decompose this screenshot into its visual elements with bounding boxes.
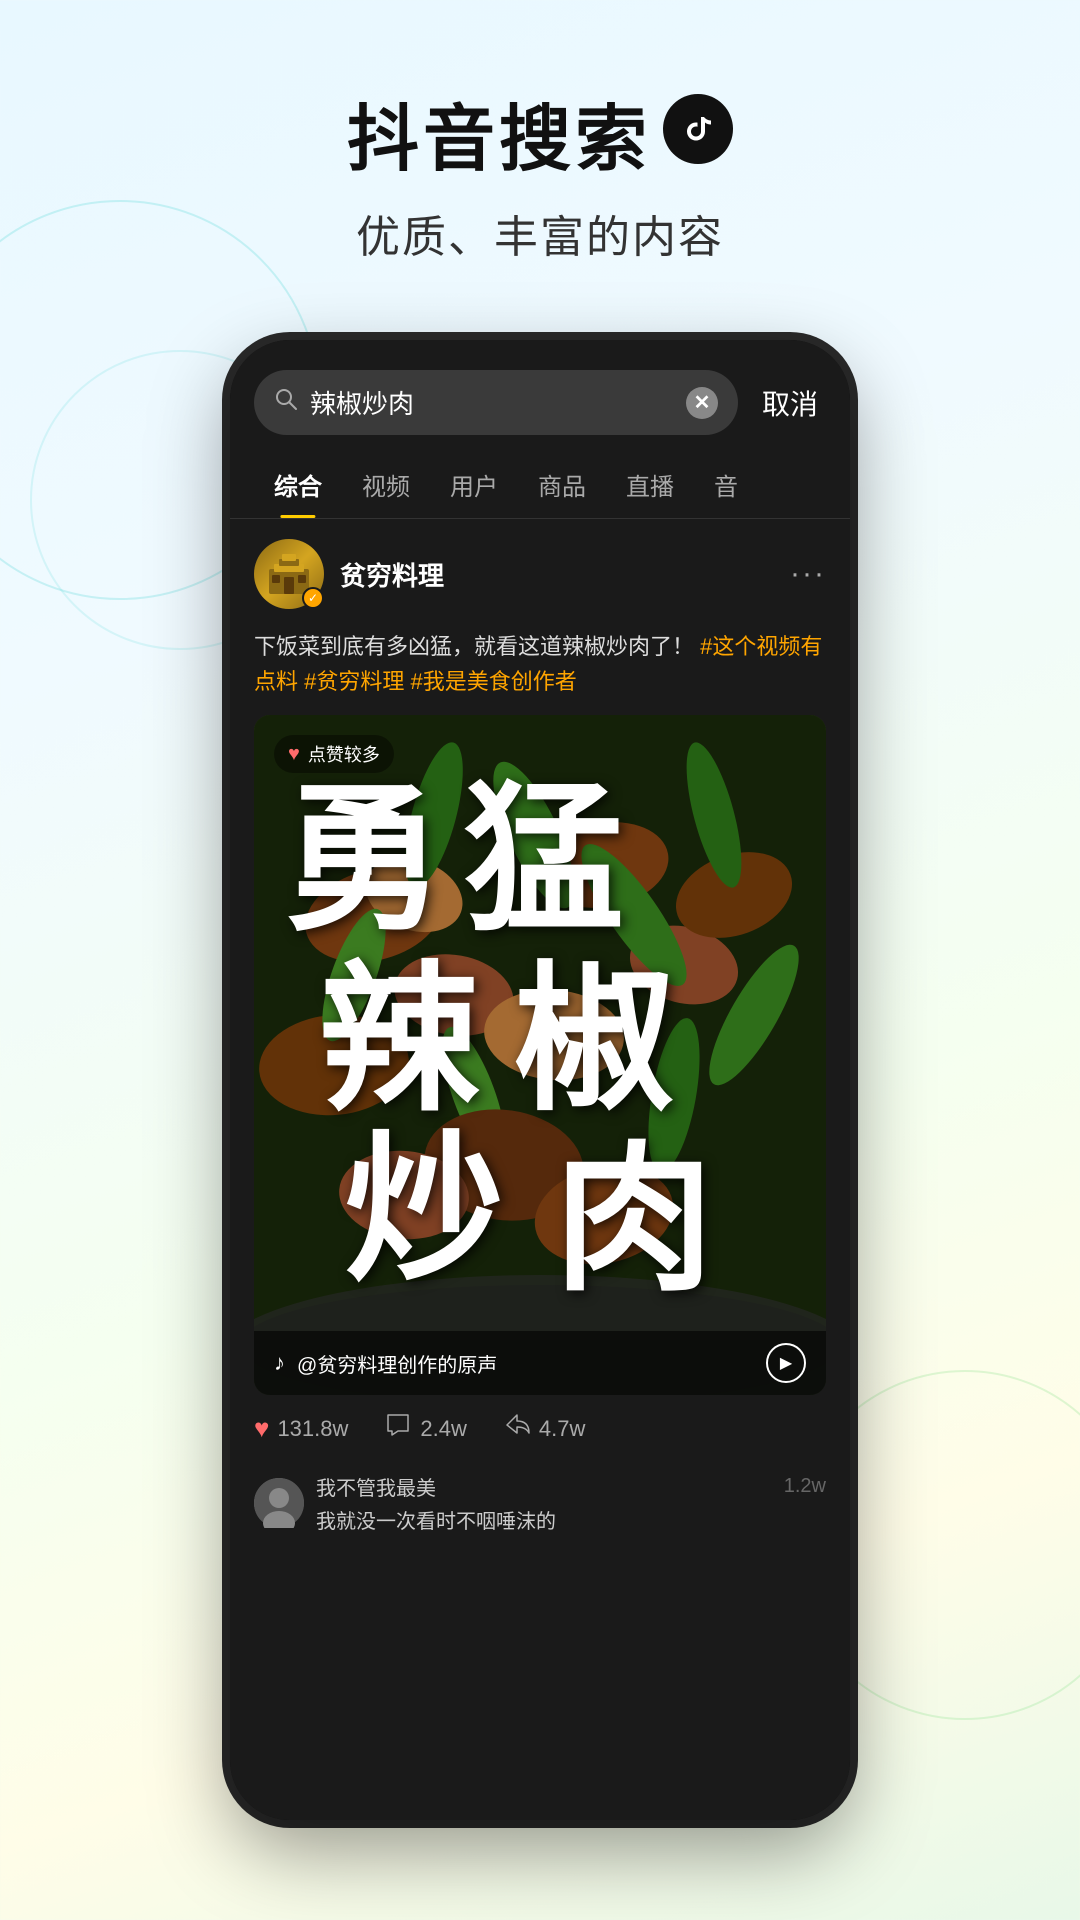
svg-text:椒: 椒 bbox=[514, 952, 674, 1130]
tab-goods[interactable]: 商品 bbox=[518, 451, 606, 518]
shares-count: 4.7w bbox=[539, 1416, 585, 1442]
cancel-button[interactable]: 取消 bbox=[754, 383, 826, 423]
verified-badge: ✓ bbox=[302, 587, 324, 609]
tab-music[interactable]: 音 bbox=[694, 451, 758, 518]
play-icon: ▶ bbox=[780, 1353, 792, 1373]
shares-count-item[interactable]: 4.7w bbox=[503, 1411, 585, 1446]
engagement-bar: ♥ 131.8w 2.4w bbox=[230, 1395, 850, 1462]
post-description: 下饭菜到底有多凶猛，就看这道辣椒炒肉了！ #这个视频有点料 #贫穷料理 #我是美… bbox=[230, 629, 850, 715]
hashtag-2[interactable]: #贫穷料理 bbox=[304, 669, 404, 694]
svg-text:勇: 勇 bbox=[284, 772, 444, 950]
comments-count-item[interactable]: 2.4w bbox=[384, 1411, 466, 1446]
app-title: 抖音搜索 bbox=[0, 80, 1080, 185]
sound-bar: ♪ @贫穷料理创作的原声 ▶ bbox=[254, 1331, 826, 1395]
comment-content: 我就没一次看时不咽唾沫的 bbox=[316, 1505, 826, 1534]
search-query: 辣椒炒肉 bbox=[310, 384, 674, 421]
content-area: ✓ 贫穷料理 ··· 下饭菜到底有多凶猛，就看这道辣椒炒肉了！ #这个视频有点料… bbox=[230, 519, 850, 1820]
tab-video[interactable]: 视频 bbox=[342, 451, 430, 518]
desc-text: 下饭菜到底有多凶猛，就看这道辣椒炒肉了！ bbox=[254, 634, 694, 659]
tab-live[interactable]: 直播 bbox=[606, 451, 694, 518]
play-button[interactable]: ▶ bbox=[766, 1343, 806, 1383]
clear-x: ✕ bbox=[694, 390, 711, 415]
comment-likes-count: 1.2w bbox=[784, 1475, 826, 1498]
tiktok-logo-icon bbox=[663, 94, 733, 164]
search-input-wrapper[interactable]: 辣椒炒肉 ✕ bbox=[254, 370, 738, 435]
header-section: 抖音搜索 优质、丰富的内容 bbox=[0, 0, 1080, 305]
search-icon bbox=[274, 387, 298, 418]
share-icon bbox=[503, 1411, 531, 1446]
tab-comprehensive[interactable]: 综合 bbox=[254, 451, 342, 518]
commenter-avatar bbox=[254, 1478, 304, 1528]
tab-user[interactable]: 用户 bbox=[430, 451, 518, 518]
title-text: 抖音搜索 bbox=[347, 80, 651, 185]
svg-text:炒: 炒 bbox=[344, 1122, 504, 1300]
tiktok-note-icon: ♪ bbox=[274, 1350, 285, 1376]
post-header: ✓ 贫穷料理 ··· bbox=[230, 519, 850, 629]
commenter-name[interactable]: 我不管我最美 bbox=[316, 1472, 436, 1501]
more-options-icon[interactable]: ··· bbox=[790, 557, 826, 591]
user-info: ✓ 贫穷料理 bbox=[254, 539, 444, 609]
svg-text:肉: 肉 bbox=[554, 1132, 714, 1310]
search-bar-container: 辣椒炒肉 ✕ 取消 bbox=[230, 340, 850, 451]
phone-mockup: 辣椒炒肉 ✕ 取消 综合 视频 用户 商品 直播 bbox=[230, 340, 850, 1820]
app-subtitle: 优质、丰富的内容 bbox=[0, 201, 1080, 265]
hashtag-3[interactable]: #我是美食创作者 bbox=[411, 669, 577, 694]
clear-icon[interactable]: ✕ bbox=[686, 387, 718, 419]
sound-text[interactable]: @贫穷料理创作的原声 bbox=[297, 1349, 754, 1378]
video-title-overlay: 勇 猛 辣 椒 炒 肉 bbox=[254, 715, 826, 1395]
username[interactable]: 贫穷料理 bbox=[340, 556, 444, 593]
comments-count: 2.4w bbox=[420, 1416, 466, 1442]
heart-icon: ♥ bbox=[254, 1413, 269, 1444]
comment-row: 我不管我最美 1.2w 我就没一次看时不咽唾沫的 bbox=[230, 1462, 850, 1544]
likes-count-item[interactable]: ♥ 131.8w bbox=[254, 1413, 348, 1444]
svg-text:辣: 辣 bbox=[319, 952, 480, 1130]
phone-inner: 辣椒炒肉 ✕ 取消 综合 视频 用户 商品 直播 bbox=[230, 340, 850, 1820]
avatar-wrapper[interactable]: ✓ bbox=[254, 539, 324, 609]
video-container[interactable]: ♥ 点赞较多 勇 猛 辣 椒 bbox=[254, 715, 826, 1395]
comment-icon bbox=[384, 1411, 412, 1446]
svg-text:猛: 猛 bbox=[464, 772, 624, 950]
likes-count: 131.8w bbox=[277, 1416, 348, 1442]
tabs-container: 综合 视频 用户 商品 直播 音 bbox=[230, 451, 850, 519]
